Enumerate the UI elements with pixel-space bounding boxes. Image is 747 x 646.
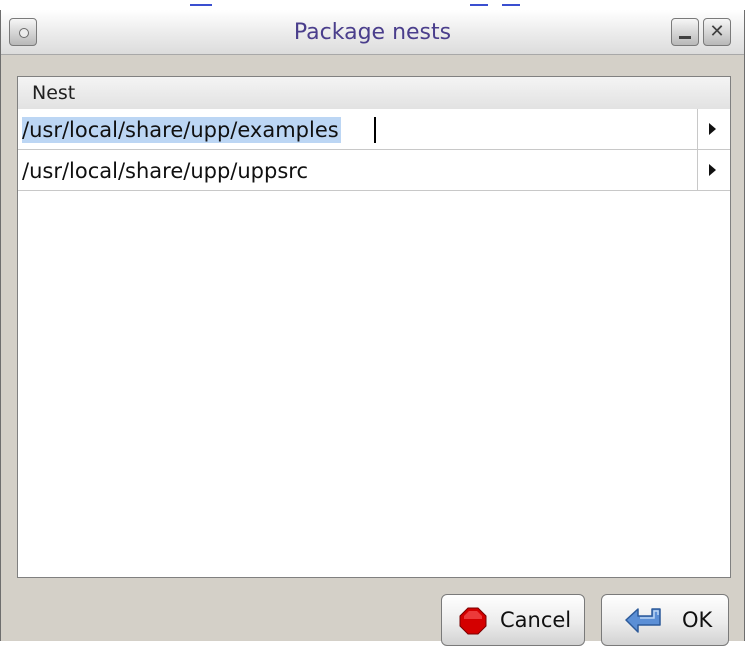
close-icon: ✕: [709, 21, 725, 42]
nest-path[interactable]: /usr/local/share/upp/uppsrc: [22, 158, 308, 184]
background-link-underline: [470, 4, 488, 6]
column-header-nest[interactable]: Nest: [18, 77, 730, 110]
cancel-label: Cancel: [500, 608, 572, 632]
triangle-right-icon: [709, 123, 716, 135]
list-row[interactable]: /usr/local/share/upp/uppsrc: [18, 150, 730, 191]
close-button[interactable]: ✕: [703, 18, 731, 46]
minimize-icon: [679, 36, 691, 39]
ok-button[interactable]: OK: [601, 594, 729, 646]
nest-list[interactable]: Nest /usr/local/share/upp/examples /usr/…: [17, 76, 731, 578]
list-row[interactable]: /usr/local/share/upp/examples: [18, 109, 730, 150]
column-header-label: Nest: [32, 82, 76, 104]
ok-label: OK: [682, 608, 713, 632]
minimize-button[interactable]: [671, 18, 699, 46]
background-link-underline: [502, 4, 520, 6]
nest-path-editor[interactable]: /usr/local/share/upp/examples: [22, 117, 341, 143]
cancel-button[interactable]: Cancel: [441, 594, 585, 646]
stop-sign-icon: [459, 607, 487, 635]
row-expand-button[interactable]: [697, 150, 730, 190]
title-bar[interactable]: Package nests ✕: [1, 10, 744, 55]
text-cursor: [374, 117, 376, 143]
triangle-right-icon: [709, 164, 716, 176]
background-page-strip: [0, 0, 747, 10]
window-title: Package nests: [293, 20, 452, 45]
background-link-underline: [190, 4, 212, 6]
package-nests-dialog: Package nests ✕ Nest /usr/local/share/up…: [0, 10, 745, 646]
row-expand-button[interactable]: [697, 109, 730, 149]
return-arrow-icon: [625, 608, 661, 633]
